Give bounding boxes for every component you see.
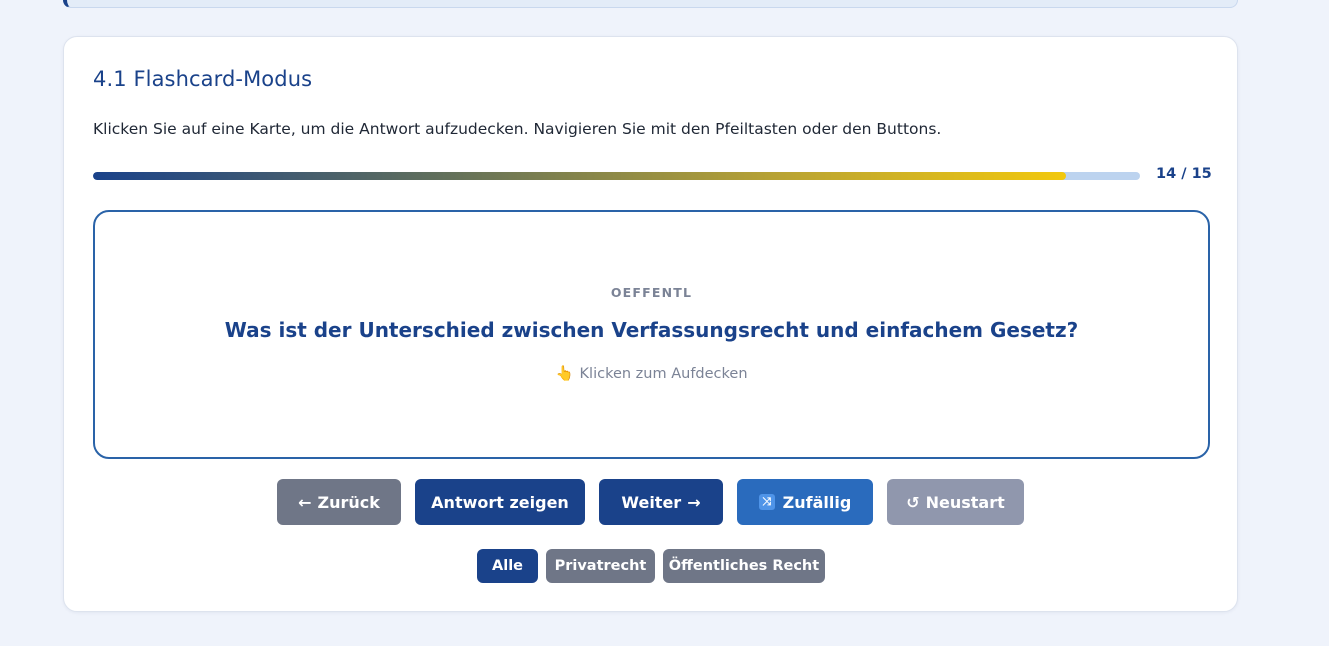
- arrow-left-icon: ←: [298, 492, 312, 512]
- progress-counter: 14 / 15: [1156, 166, 1212, 182]
- show-answer-button[interactable]: Antwort zeigen: [415, 479, 585, 525]
- previous-section-panel: [63, 0, 1238, 8]
- flashcard-section: 4.1 Flashcard-Modus Klicken Sie auf eine…: [63, 36, 1238, 612]
- filter-all[interactable]: Alle: [477, 549, 538, 583]
- next-button-label: Weiter: [621, 492, 682, 512]
- shuffle-icon: ⤨: [758, 494, 775, 510]
- restart-button-label: Neustart: [925, 492, 1005, 512]
- restart-button[interactable]: ↺ Neustart: [887, 479, 1024, 525]
- pointing-hand-icon: 👆: [555, 366, 574, 382]
- section-title: 4.1 Flashcard-Modus: [93, 67, 313, 91]
- random-button[interactable]: ⤨ Zufällig: [737, 479, 873, 525]
- back-button[interactable]: ← Zurück: [277, 479, 401, 525]
- arrow-right-icon: →: [687, 492, 701, 512]
- next-button[interactable]: Weiter →: [599, 479, 723, 525]
- show-answer-label: Antwort zeigen: [431, 492, 569, 512]
- filter-oeffentliches-recht[interactable]: Öffentliches Recht: [663, 549, 825, 583]
- progress-fill: [93, 172, 1066, 180]
- flashcard[interactable]: OEFFENTL Was ist der Unterschied zwische…: [93, 210, 1210, 459]
- card-hint: 👆 Klicken zum Aufdecken: [95, 365, 1208, 382]
- card-hint-label: Klicken zum Aufdecken: [579, 366, 748, 382]
- instructions-text: Klicken Sie auf eine Karte, um die Antwo…: [93, 120, 942, 138]
- progress-bar: [93, 172, 1140, 180]
- card-category: OEFFENTL: [610, 285, 693, 300]
- filter-privatrecht[interactable]: Privatrecht: [546, 549, 655, 583]
- random-button-label: Zufällig: [782, 492, 852, 512]
- card-question: Was ist der Unterschied zwischen Verfass…: [224, 318, 1079, 342]
- back-button-label: Zurück: [317, 492, 380, 512]
- restart-icon: ↺: [906, 492, 920, 512]
